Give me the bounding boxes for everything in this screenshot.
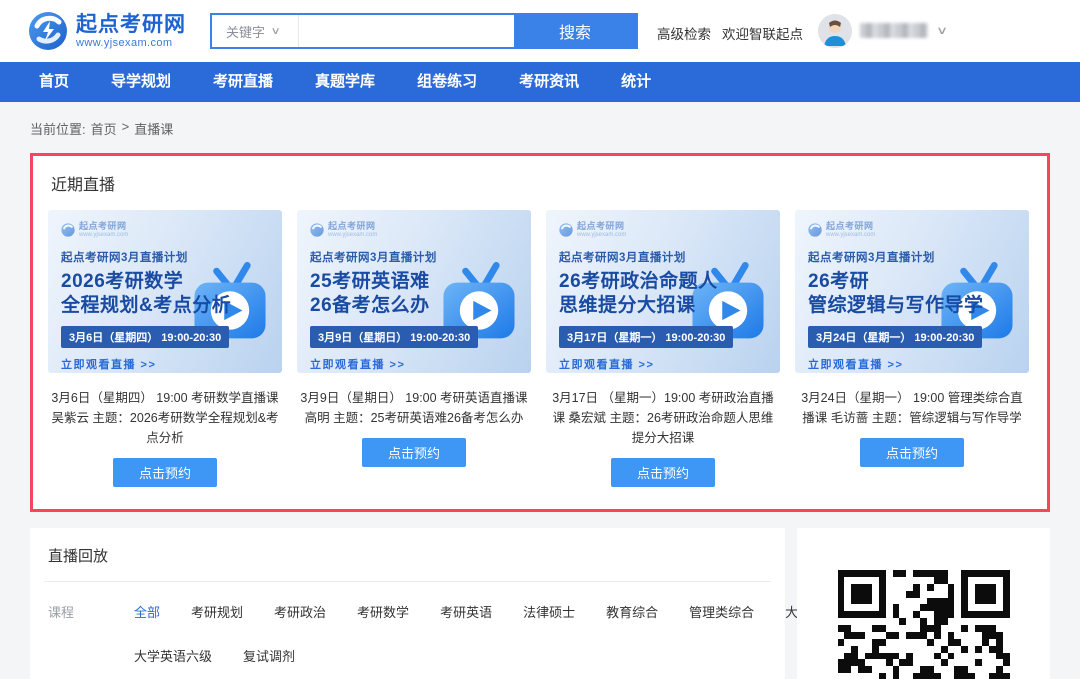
qr-panel <box>797 528 1050 679</box>
reserve-button[interactable]: 点击预约 <box>362 438 466 467</box>
nav-item-live[interactable]: 考研直播 <box>192 62 294 102</box>
keyword-dropdown[interactable]: 关键字 ∨ <box>212 15 298 47</box>
live-descriptions-row: 3月6日（星期四） 19:00 考研数学直播课 吴紫云 主题：2026考研数学全… <box>48 388 1032 487</box>
reserve-button[interactable]: 点击预约 <box>860 438 964 467</box>
search-input[interactable] <box>298 15 514 47</box>
live-description: 3月24日（星期一） 19:00 管理类综合直播课 毛访蔷 主题：管综逻辑与写作… <box>795 388 1029 428</box>
recent-live-section: 近期直播 起点考研网 www.yjsexam.com 起点考研网3月直播计划 2… <box>30 153 1050 512</box>
site-name: 起点考研网 <box>76 14 186 35</box>
category-planning[interactable]: 考研规划 <box>191 602 243 621</box>
qr-code <box>838 570 1010 679</box>
card-schedule-badge: 3月6日（星期四） 19:00-20:30 <box>61 326 229 348</box>
card-watermark-logo: 起点考研网 www.yjsexam.com <box>808 222 1029 238</box>
watch-live-link[interactable]: 立即观看直播 >> <box>310 356 531 372</box>
category-law[interactable]: 法律硕士 <box>523 602 575 621</box>
card-schedule-badge: 3月24日（星期一） 19:00-20:30 <box>808 326 982 348</box>
site-domain: www.yjsexam.com <box>76 38 186 49</box>
live-card-english[interactable]: 起点考研网 www.yjsexam.com 起点考研网3月直播计划 25考研英语… <box>297 210 531 373</box>
nav-item-paper-practice[interactable]: 组卷练习 <box>396 62 498 102</box>
course-filter: 课程 全部 考研规划 考研政治 考研数学 考研英语 法律硕士 教育综合 管理类综… <box>48 602 767 665</box>
card-plan-label: 起点考研网3月直播计划 <box>310 249 531 265</box>
live-card-politics[interactable]: 起点考研网 www.yjsexam.com 起点考研网3月直播计划 26考研政治… <box>546 210 780 373</box>
user-menu-chevron-icon[interactable]: ∨ <box>936 24 948 37</box>
card-watermark-logo: 起点考研网 www.yjsexam.com <box>559 222 780 238</box>
card-watermark-logo: 起点考研网 www.yjsexam.com <box>61 222 282 238</box>
logo-sphere-icon <box>28 11 68 51</box>
username-blurred[interactable] <box>860 23 928 38</box>
avatar-person-icon <box>818 14 852 48</box>
card-title: 2026考研数学 全程规划&考点分析 <box>61 270 282 319</box>
breadcrumb-prefix: 当前位置: <box>30 119 86 138</box>
category-english[interactable]: 考研英语 <box>440 602 492 621</box>
watch-live-link[interactable]: 立即观看直播 >> <box>808 356 1029 372</box>
search-bar: 关键字 ∨ 搜索 <box>210 13 638 49</box>
card-watermark-logo: 起点考研网 www.yjsexam.com <box>310 222 531 238</box>
live-card-management[interactable]: 起点考研网 www.yjsexam.com 起点考研网3月直播计划 26考研 管… <box>795 210 1029 373</box>
category-politics[interactable]: 考研政治 <box>274 602 326 621</box>
live-cards-row: 起点考研网 www.yjsexam.com 起点考研网3月直播计划 2026考研… <box>48 210 1032 373</box>
category-math[interactable]: 考研数学 <box>357 602 409 621</box>
welcome-text: 欢迎智联起点 <box>722 23 803 43</box>
replay-section: 直播回放 课程 全部 考研规划 考研政治 考研数学 考研英语 法律硕士 教育综合… <box>30 528 785 679</box>
live-description: 3月17日 （星期一）19:00 考研政治直播课 桑宏斌 主题：26考研政治命题… <box>546 388 780 448</box>
category-management[interactable]: 管理类综合 <box>689 602 754 621</box>
breadcrumb-home[interactable]: 首页 <box>91 119 117 138</box>
card-plan-label: 起点考研网3月直播计划 <box>559 249 780 265</box>
main-nav: 首页 导学规划 考研直播 真题学库 组卷练习 考研资讯 统计 <box>0 62 1080 102</box>
card-schedule-badge: 3月17日（星期一） 19:00-20:30 <box>559 326 733 348</box>
live-desc-english: 3月9日（星期日） 19:00 考研英语直播课 高明 主题：25考研英语难26备… <box>297 388 531 487</box>
reserve-button[interactable]: 点击预约 <box>611 458 715 487</box>
recent-live-title: 近期直播 <box>51 171 1032 195</box>
watch-live-link[interactable]: 立即观看直播 >> <box>559 356 780 372</box>
live-desc-management: 3月24日（星期一） 19:00 管理类综合直播课 毛访蔷 主题：管综逻辑与写作… <box>795 388 1029 487</box>
advanced-search-link[interactable]: 高级检索 <box>657 23 711 43</box>
nav-item-statistics[interactable]: 统计 <box>600 62 672 102</box>
user-avatar[interactable] <box>818 14 852 48</box>
site-logo[interactable]: 起点考研网 www.yjsexam.com <box>28 11 186 51</box>
replay-title: 直播回放 <box>48 545 767 566</box>
breadcrumb: 当前位置: 首页 > 直播课 <box>0 102 1080 149</box>
reserve-button[interactable]: 点击预约 <box>113 458 217 487</box>
category-education[interactable]: 教育综合 <box>606 602 658 621</box>
live-description: 3月9日（星期日） 19:00 考研英语直播课 高明 主题：25考研英语难26备… <box>297 388 531 428</box>
nav-item-guide-plan[interactable]: 导学规划 <box>90 62 192 102</box>
nav-item-question-bank[interactable]: 真题学库 <box>294 62 396 102</box>
lower-content: 直播回放 课程 全部 考研规划 考研政治 考研数学 考研英语 法律硕士 教育综合… <box>30 528 1050 679</box>
live-desc-math: 3月6日（星期四） 19:00 考研数学直播课 吴紫云 主题：2026考研数学全… <box>48 388 282 487</box>
breadcrumb-current: 直播课 <box>134 119 173 138</box>
card-schedule-badge: 3月9日（星期日） 19:00-20:30 <box>310 326 478 348</box>
card-plan-label: 起点考研网3月直播计划 <box>808 249 1029 265</box>
nav-item-news[interactable]: 考研资讯 <box>498 62 600 102</box>
card-title: 26考研政治命题人 思维提分大招课 <box>559 270 780 319</box>
header: 起点考研网 www.yjsexam.com 关键字 ∨ 搜索 高级检索 欢迎智联… <box>0 0 1080 62</box>
category-retest[interactable]: 复试调剂 <box>243 646 295 665</box>
live-card-math[interactable]: 起点考研网 www.yjsexam.com 起点考研网3月直播计划 2026考研… <box>48 210 282 373</box>
filter-label: 课程 <box>48 602 100 665</box>
category-cet6[interactable]: 大学英语六级 <box>134 646 212 665</box>
watch-live-link[interactable]: 立即观看直播 >> <box>61 356 282 372</box>
card-title: 25考研英语难 26备考怎么办 <box>310 270 531 319</box>
chevron-down-icon: ∨ <box>271 26 281 37</box>
category-all[interactable]: 全部 <box>134 602 160 621</box>
keyword-dropdown-label: 关键字 <box>226 22 265 41</box>
nav-item-home[interactable]: 首页 <box>18 62 90 102</box>
live-description: 3月6日（星期四） 19:00 考研数学直播课 吴紫云 主题：2026考研数学全… <box>48 388 282 448</box>
live-desc-politics: 3月17日 （星期一）19:00 考研政治直播课 桑宏斌 主题：26考研政治命题… <box>546 388 780 487</box>
card-plan-label: 起点考研网3月直播计划 <box>61 249 282 265</box>
breadcrumb-separator: > <box>122 119 130 138</box>
card-title: 26考研 管综逻辑与写作导学 <box>808 270 1029 319</box>
search-button[interactable]: 搜索 <box>514 15 636 47</box>
